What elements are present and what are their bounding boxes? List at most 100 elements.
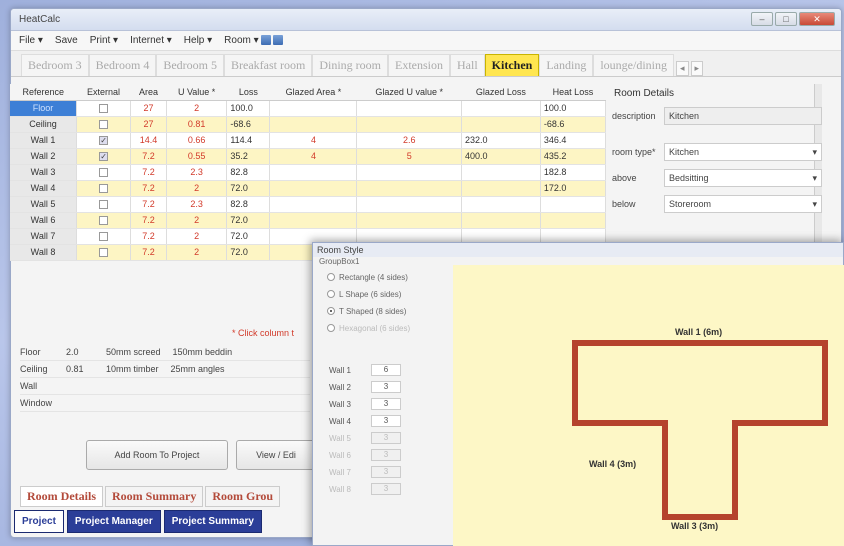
- external-checkbox[interactable]: [99, 248, 109, 258]
- cell-heat-loss[interactable]: 100.0: [540, 100, 607, 117]
- wall-length-input[interactable]: 3: [371, 398, 401, 410]
- cell-heat-loss[interactable]: 435.2: [540, 148, 607, 165]
- external-checkbox[interactable]: [99, 200, 109, 210]
- cell-glazed-u-value[interactable]: [356, 196, 462, 213]
- cell-loss[interactable]: 82.8: [226, 164, 271, 181]
- menu-print[interactable]: Print ▾: [90, 35, 118, 46]
- above-select[interactable]: Bedsitting ▾: [664, 169, 822, 187]
- cell-loss[interactable]: 72.0: [226, 180, 271, 197]
- menu-room[interactable]: Room ▾: [224, 35, 283, 46]
- cell-u-value[interactable]: 2: [166, 244, 228, 261]
- cell-u-value[interactable]: 2: [166, 228, 228, 245]
- cell-external[interactable]: [76, 244, 132, 261]
- col-glazed-u-value[interactable]: Glazed U value *: [356, 84, 462, 101]
- cell-glazed-loss[interactable]: [461, 164, 541, 181]
- cell-loss[interactable]: 114.4: [226, 132, 271, 149]
- cell-external[interactable]: [76, 148, 132, 165]
- menu-save[interactable]: Save: [55, 35, 78, 46]
- cell-heat-loss[interactable]: 346.4: [540, 132, 607, 149]
- cell-glazed-loss[interactable]: [461, 196, 541, 213]
- cell-heat-loss[interactable]: 182.8: [540, 164, 607, 181]
- cell-external[interactable]: [76, 132, 132, 149]
- cell-loss[interactable]: 72.0: [226, 244, 271, 261]
- tab-bedroom-5[interactable]: Bedroom 5: [156, 54, 225, 76]
- table-row[interactable]: Wall 6 7.2 2 72.0: [10, 212, 607, 229]
- cell-u-value[interactable]: 2.3: [166, 164, 228, 181]
- cell-u-value[interactable]: 0.55: [166, 148, 228, 165]
- cell-reference[interactable]: Wall 6: [10, 212, 77, 229]
- cell-heat-loss[interactable]: [540, 196, 607, 213]
- cell-glazed-u-value[interactable]: [356, 116, 462, 133]
- cell-glazed-u-value[interactable]: [356, 180, 462, 197]
- cell-u-value[interactable]: 2: [166, 100, 228, 117]
- external-checkbox[interactable]: [99, 136, 109, 146]
- cell-external[interactable]: [76, 212, 132, 229]
- table-row[interactable]: Wall 2 7.20.5535.245400.0435.2: [10, 148, 607, 165]
- cell-glazed-loss[interactable]: 400.0: [461, 148, 541, 165]
- col-loss[interactable]: Loss: [226, 84, 270, 101]
- cell-glazed-area[interactable]: [269, 180, 358, 197]
- table-row[interactable]: Floor 27 2 100.0 100.0: [10, 100, 607, 117]
- external-checkbox[interactable]: [99, 152, 109, 162]
- menu-help[interactable]: Help ▾: [184, 35, 212, 46]
- tab-scroll-left-icon[interactable]: ◂: [676, 61, 689, 76]
- cell-external[interactable]: [76, 228, 132, 245]
- menu-file[interactable]: File ▾: [19, 35, 43, 46]
- cell-glazed-u-value[interactable]: [356, 100, 462, 117]
- cell-area[interactable]: 7.2: [130, 244, 167, 261]
- cell-u-value[interactable]: 0.66: [166, 132, 228, 149]
- cell-external[interactable]: [76, 164, 132, 181]
- wall-length-input[interactable]: 3: [371, 415, 401, 427]
- view-edit-button[interactable]: View / Edi: [236, 440, 316, 470]
- tab-room-summary[interactable]: Room Summary: [105, 486, 204, 507]
- cell-area[interactable]: 7.2: [130, 164, 167, 181]
- tab-dining-room[interactable]: Dining room: [312, 54, 388, 76]
- cell-glazed-area[interactable]: [269, 196, 358, 213]
- add-room-button[interactable]: Add Room To Project: [86, 440, 228, 470]
- cell-reference[interactable]: Wall 8: [10, 244, 77, 261]
- external-checkbox[interactable]: [99, 216, 109, 226]
- cell-area[interactable]: 27: [130, 100, 167, 117]
- cell-external[interactable]: [76, 100, 132, 117]
- cell-loss[interactable]: 35.2: [226, 148, 271, 165]
- below-select[interactable]: Storeroom ▾: [664, 195, 822, 213]
- cell-glazed-loss[interactable]: [461, 100, 541, 117]
- cell-loss[interactable]: 100.0: [226, 100, 271, 117]
- col-glazed-loss[interactable]: Glazed Loss: [461, 84, 541, 101]
- cell-glazed-u-value[interactable]: 2.6: [356, 132, 462, 149]
- wall-length-input[interactable]: 6: [371, 364, 401, 376]
- cell-external[interactable]: [76, 196, 132, 213]
- tab-landing[interactable]: Landing: [539, 54, 594, 76]
- tab-project-summary[interactable]: Project Summary: [163, 510, 262, 533]
- table-row[interactable]: Wall 5 7.2 2.3 82.8: [10, 196, 607, 213]
- cell-area[interactable]: 7.2: [130, 196, 167, 213]
- cell-area[interactable]: 7.2: [130, 212, 167, 229]
- table-row[interactable]: Ceiling 27 0.81 -68.6 -68.6: [10, 116, 607, 133]
- cell-u-value[interactable]: 2: [166, 212, 228, 229]
- cell-external[interactable]: [76, 180, 132, 197]
- col-u-value[interactable]: U Value *: [166, 84, 227, 101]
- external-checkbox[interactable]: [99, 184, 109, 194]
- external-checkbox[interactable]: [99, 104, 109, 114]
- external-checkbox[interactable]: [99, 232, 109, 242]
- cell-glazed-loss[interactable]: [461, 116, 541, 133]
- tab-kitchen[interactable]: Kitchen: [484, 54, 540, 76]
- cell-heat-loss[interactable]: [540, 212, 607, 229]
- cell-glazed-area[interactable]: 4: [269, 132, 358, 149]
- cell-glazed-loss[interactable]: 232.0: [461, 132, 541, 149]
- col-glazed-area[interactable]: Glazed Area *: [269, 84, 357, 101]
- cell-glazed-area[interactable]: [269, 164, 358, 181]
- col-heat-loss[interactable]: Heat Loss: [540, 84, 606, 101]
- cell-glazed-loss[interactable]: [461, 180, 541, 197]
- wall-length-input[interactable]: 3: [371, 381, 401, 393]
- cell-reference[interactable]: Floor: [10, 100, 77, 117]
- cell-area[interactable]: 7.2: [130, 148, 167, 165]
- cell-u-value[interactable]: 2: [166, 180, 228, 197]
- cell-area[interactable]: 7.2: [130, 180, 167, 197]
- room-type-select[interactable]: Kitchen ▾: [664, 143, 822, 161]
- external-checkbox[interactable]: [99, 168, 109, 178]
- col-area[interactable]: Area: [130, 84, 167, 101]
- radio-selected-icon[interactable]: [327, 307, 335, 315]
- tab-room-details[interactable]: Room Details: [20, 486, 103, 507]
- tab-lounge-dining[interactable]: lounge/dining: [593, 54, 675, 76]
